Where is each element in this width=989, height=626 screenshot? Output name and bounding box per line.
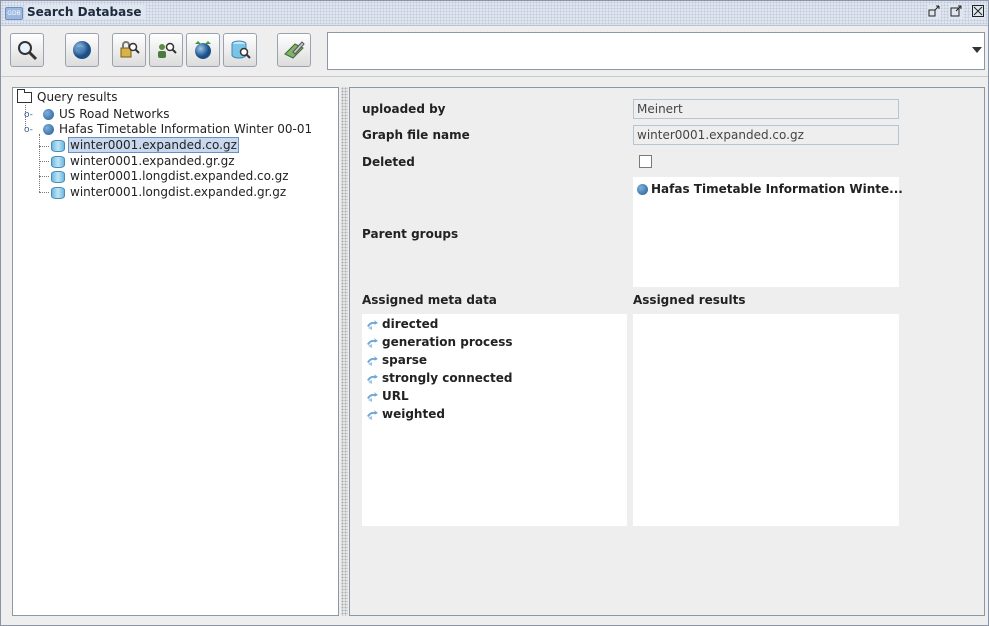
- search-people-button[interactable]: [149, 33, 183, 67]
- window-title: Search Database: [25, 5, 146, 19]
- globe-icon: [43, 124, 54, 135]
- database-file-icon: [51, 170, 65, 183]
- globe-icon: [637, 184, 648, 195]
- maximize-icon[interactable]: [949, 5, 963, 19]
- edit-icon: [284, 41, 305, 59]
- database-file-icon: [51, 155, 65, 168]
- tree-item-file[interactable]: winter0001.expanded.co.gz: [51, 137, 239, 153]
- search-icon: [18, 41, 38, 61]
- list-item[interactable]: strongly connected: [366, 369, 512, 387]
- globe-refresh-icon: [195, 41, 211, 59]
- edit-button[interactable]: [277, 33, 311, 67]
- search-button[interactable]: [10, 33, 44, 67]
- globe-button[interactable]: [65, 33, 99, 67]
- arrows-icon: [367, 319, 378, 330]
- tree-item-file[interactable]: winter0001.longdist.expanded.gr.gz: [51, 185, 288, 200]
- assigned-results-list[interactable]: [633, 314, 899, 526]
- arrows-icon: [367, 391, 378, 402]
- tree-root[interactable]: Query results: [17, 89, 119, 105]
- arrows-icon: [367, 337, 378, 348]
- results-tree[interactable]: Query results o- US Road Networks o- Haf…: [12, 87, 339, 616]
- list-item[interactable]: URL: [366, 387, 409, 405]
- list-item[interactable]: sparse: [366, 351, 427, 369]
- lock-search-button[interactable]: [112, 33, 146, 67]
- tree-item-group[interactable]: US Road Networks: [43, 107, 172, 122]
- toolbar: [1, 26, 988, 77]
- globe-icon: [43, 109, 54, 120]
- lock-search-icon: [120, 41, 140, 58]
- tree-item-group[interactable]: Hafas Timetable Information Winter 00-01: [43, 122, 314, 137]
- app-icon: GDB: [5, 7, 23, 20]
- uploaded-by-field[interactable]: Meinert: [633, 99, 899, 119]
- assigned-meta-data-list[interactable]: directed generation process sparse stron…: [362, 314, 627, 526]
- deleted-checkbox[interactable]: [639, 155, 652, 168]
- database-search-button[interactable]: [223, 33, 257, 67]
- split-pane-divider[interactable]: [341, 87, 348, 616]
- database-file-icon: [51, 186, 65, 199]
- search-database-window: GDB Search Database Query results o- US …: [0, 0, 989, 626]
- query-input[interactable]: [327, 32, 985, 70]
- parent-groups-label: Parent groups: [362, 227, 459, 241]
- database-file-icon: [51, 139, 65, 152]
- deleted-label: Deleted: [362, 155, 415, 169]
- expanded-handle-icon[interactable]: o-: [24, 126, 33, 135]
- arrows-icon: [367, 355, 378, 366]
- arrows-icon: [367, 409, 378, 420]
- collapsed-handle-icon[interactable]: o-: [24, 111, 33, 120]
- folder-icon: [17, 89, 32, 103]
- globe-icon: [73, 41, 91, 59]
- arrows-icon: [367, 373, 378, 384]
- chevron-down-icon[interactable]: [972, 47, 982, 53]
- list-item[interactable]: directed: [366, 315, 438, 333]
- uploaded-by-label: uploaded by: [362, 102, 446, 116]
- graph-file-name-field[interactable]: winter0001.expanded.co.gz: [633, 125, 899, 145]
- search-people-icon: [158, 42, 177, 58]
- list-item[interactable]: weighted: [366, 405, 445, 423]
- graph-file-name-label: Graph file name: [362, 128, 470, 142]
- list-item[interactable]: Hafas Timetable Information Winte...: [637, 180, 903, 198]
- list-item[interactable]: generation process: [366, 333, 513, 351]
- database-search-icon: [231, 40, 251, 59]
- minimize-icon[interactable]: [927, 5, 941, 19]
- tree-item-file[interactable]: winter0001.longdist.expanded.co.gz: [51, 169, 291, 184]
- assigned-results-label: Assigned results: [633, 293, 746, 307]
- tree-item-file[interactable]: winter0001.expanded.gr.gz: [51, 154, 237, 169]
- close-icon[interactable]: [971, 5, 985, 19]
- detail-panel: uploaded by Meinert Graph file name wint…: [349, 87, 985, 616]
- parent-groups-list[interactable]: Hafas Timetable Information Winte...: [633, 177, 903, 287]
- assigned-meta-data-label: Assigned meta data: [362, 293, 497, 307]
- globe-refresh-button[interactable]: [186, 33, 220, 67]
- title-bar[interactable]: GDB Search Database: [1, 1, 988, 26]
